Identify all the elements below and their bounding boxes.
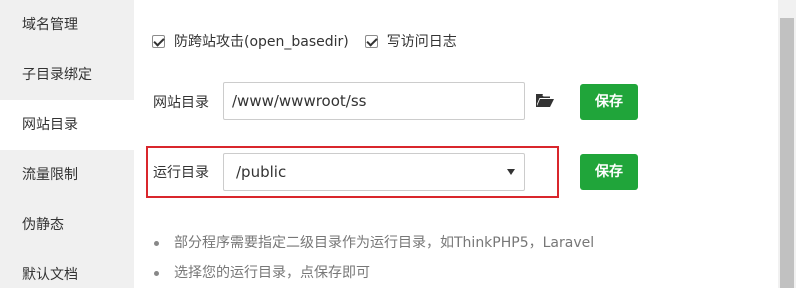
options-row: 防跨站攻击(open_basedir) 写访问日志 xyxy=(152,31,473,51)
sidebar-item-rewrite[interactable]: 伪静态 xyxy=(0,200,134,250)
main-panel: 防跨站攻击(open_basedir) 写访问日志 网站目录 /www/wwwr… xyxy=(134,0,778,288)
chevron-down-icon xyxy=(507,169,515,175)
vertical-scrollbar[interactable] xyxy=(778,0,796,288)
save-run-dir-button[interactable]: 保存 xyxy=(580,154,638,190)
sidebar: 域名管理 子目录绑定 网站目录 流量限制 伪静态 默认文档 xyxy=(0,0,134,288)
sidebar-item-subdirectory-binding[interactable]: 子目录绑定 xyxy=(0,50,134,100)
save-site-dir-button[interactable]: 保存 xyxy=(580,84,638,120)
run-dir-label: 运行目录 xyxy=(153,165,209,181)
run-dir-select[interactable]: /public xyxy=(223,153,525,191)
sidebar-item-traffic-limit[interactable]: 流量限制 xyxy=(0,150,134,200)
open-basedir-checkbox[interactable] xyxy=(152,34,165,48)
run-dir-selected-value: /public xyxy=(236,163,287,181)
site-dir-input[interactable]: /www/wwwroot/ss xyxy=(223,82,525,120)
list-item: 部分程序需要指定二级目录作为运行目录，如ThinkPHP5，Laravel xyxy=(152,232,594,262)
access-log-checkbox[interactable] xyxy=(364,34,378,48)
access-log-label: 写访问日志 xyxy=(386,34,457,50)
scrollbar-thumb[interactable] xyxy=(780,0,794,288)
help-notes: 部分程序需要指定二级目录作为运行目录，如ThinkPHP5，Laravel 选择… xyxy=(152,232,594,288)
sidebar-item-default-document[interactable]: 默认文档 xyxy=(0,250,134,288)
site-dir-label: 网站目录 xyxy=(153,95,209,111)
sidebar-item-site-directory[interactable]: 网站目录 xyxy=(0,100,134,150)
open-basedir-label: 防跨站攻击(open_basedir) xyxy=(174,34,349,50)
folder-open-icon[interactable] xyxy=(536,93,554,108)
scrollbar-track-top xyxy=(778,0,796,18)
sidebar-item-domain-management[interactable]: 域名管理 xyxy=(0,0,134,50)
list-item: 选择您的运行目录，点保存即可 xyxy=(152,262,594,288)
